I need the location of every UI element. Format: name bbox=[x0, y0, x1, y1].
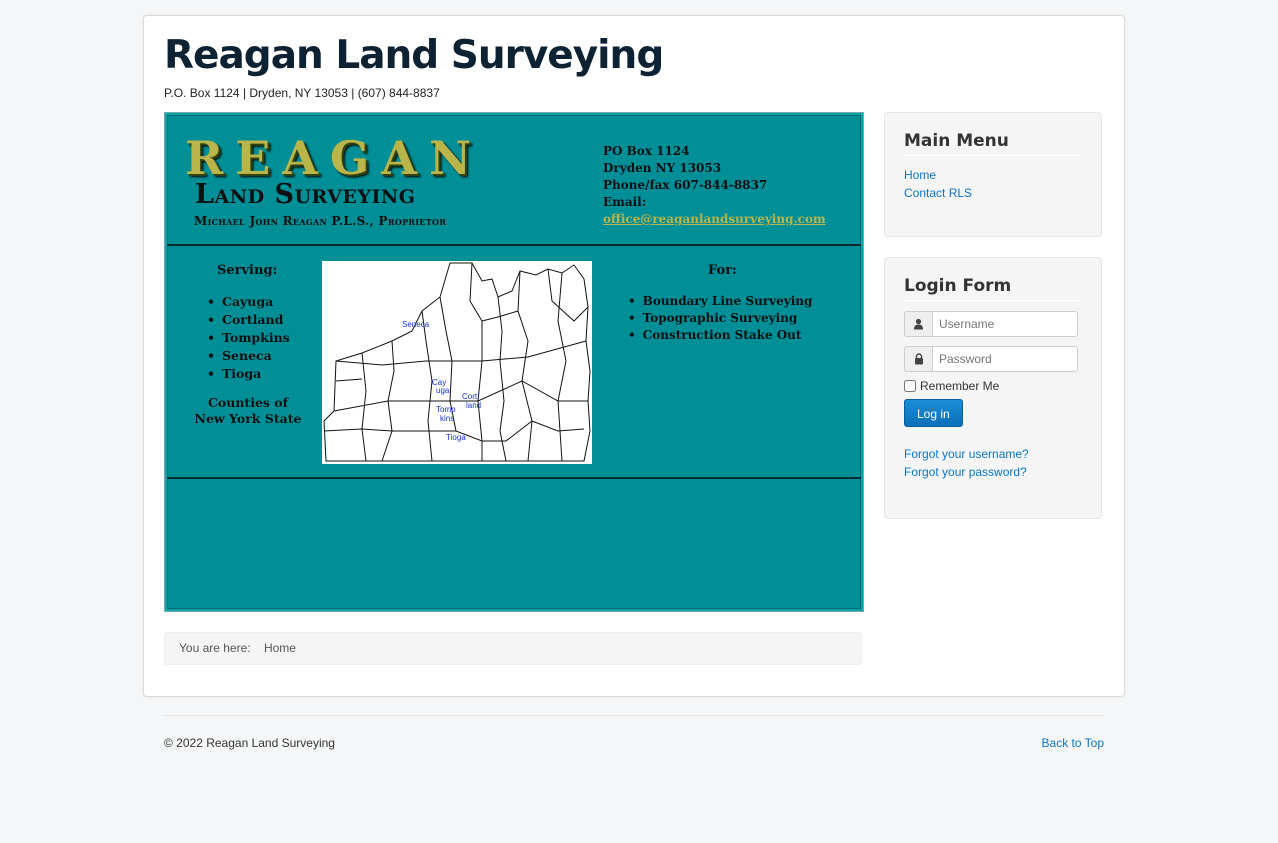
counties-caption-line: New York State bbox=[194, 411, 302, 426]
counties-list: Cayuga Cortland Tompkins Seneca Tioga bbox=[207, 293, 290, 383]
main-menu-module: Main Menu Home Contact RLS bbox=[884, 112, 1102, 237]
map-label-cayuga: uga bbox=[436, 386, 450, 395]
menu-item-contact[interactable]: Contact RLS bbox=[904, 184, 1082, 202]
login-button[interactable]: Log in bbox=[904, 399, 963, 427]
username-input[interactable] bbox=[932, 311, 1078, 337]
counties-caption-line: Counties of bbox=[207, 395, 289, 410]
counties-caption: Counties of New York State bbox=[193, 395, 303, 427]
site-title[interactable]: Reagan Land Surveying bbox=[164, 36, 664, 75]
logo-sub-text: Land Surveying bbox=[195, 179, 416, 210]
back-to-top-link[interactable]: Back to Top bbox=[1042, 736, 1104, 750]
breadcrumb-label: You are here: bbox=[179, 641, 251, 655]
county-item: Tompkins bbox=[207, 329, 290, 347]
username-row bbox=[904, 311, 1082, 337]
banner-contact: PO Box 1124 Dryden NY 13053 Phone/fax 60… bbox=[603, 143, 863, 228]
forgot-username-link[interactable]: Forgot your username? bbox=[904, 445, 1082, 463]
services-list: Boundary Line Surveying Topographic Surv… bbox=[628, 293, 813, 344]
service-item: Boundary Line Surveying bbox=[628, 293, 813, 310]
banner-divider-top bbox=[167, 244, 861, 246]
remember-me-checkbox[interactable] bbox=[904, 380, 916, 392]
footer-copyright: © 2022 Reagan Land Surveying bbox=[164, 736, 335, 750]
contact-city: Dryden NY 13053 bbox=[603, 161, 722, 175]
map-label-cortland: land bbox=[466, 401, 481, 410]
site-description: P.O. Box 1124 | Dryden, NY 13053 | (607)… bbox=[164, 86, 440, 100]
user-icon bbox=[904, 311, 932, 337]
footer-divider bbox=[164, 715, 1104, 716]
password-row bbox=[904, 346, 1082, 372]
contact-phone: Phone/fax 607-844-8837 bbox=[603, 178, 768, 192]
contact-email: office@reaganlandsurveying.com bbox=[603, 212, 826, 226]
login-form-title: Login Form bbox=[904, 276, 1082, 301]
serving-title: Serving: bbox=[217, 263, 278, 278]
banner-divider-bottom bbox=[167, 477, 861, 479]
breadcrumb-current: Home bbox=[263, 641, 296, 655]
county-map: Seneca Cay uga Cort land Tomp kins Tioga bbox=[322, 261, 592, 464]
main-menu-title: Main Menu bbox=[904, 131, 1082, 156]
county-item: Seneca bbox=[207, 347, 290, 365]
map-label-tioga: Tioga bbox=[446, 433, 466, 442]
map-label-tompkins: kins bbox=[440, 414, 454, 423]
menu-item-home[interactable]: Home bbox=[904, 166, 1082, 184]
remember-me-label: Remember Me bbox=[920, 379, 1000, 393]
forgot-password-link[interactable]: Forgot your password? bbox=[904, 463, 1082, 481]
password-input[interactable] bbox=[932, 346, 1078, 372]
user-icon-svg bbox=[914, 318, 923, 330]
county-item: Tioga bbox=[207, 365, 290, 383]
contact-address: PO Box 1124 bbox=[603, 144, 690, 158]
service-item: Construction Stake Out bbox=[628, 327, 812, 344]
remember-me[interactable]: Remember Me bbox=[904, 379, 1082, 393]
map-label-cortland: Cort bbox=[462, 392, 478, 401]
contact-email-row: Email: office@reaganlandsurveying.com bbox=[603, 194, 863, 228]
logo-main-text: REAGAN bbox=[185, 131, 484, 185]
contact-email-label: Email: bbox=[603, 195, 647, 209]
services-title: For: bbox=[708, 263, 737, 278]
page-container: Reagan Land Surveying P.O. Box 1124 | Dr… bbox=[143, 15, 1125, 697]
map-label-tompkins: Tomp bbox=[436, 405, 456, 414]
logo-owner-text: Michael John Reagan P.L.S., Proprietor bbox=[194, 214, 447, 228]
breadcrumb: You are here: Home bbox=[164, 632, 862, 665]
county-map-drawing: Seneca Cay uga Cort land Tomp kins Tioga bbox=[323, 262, 591, 462]
service-item: Topographic Surveying bbox=[628, 310, 812, 327]
county-item: Cayuga bbox=[207, 293, 290, 311]
login-module: Login Form Remember Me Log in bbox=[884, 257, 1102, 519]
map-label-seneca: Seneca bbox=[402, 320, 430, 329]
login-links: Forgot your username? Forgot your passwo… bbox=[904, 445, 1082, 481]
lock-icon bbox=[904, 346, 932, 372]
lock-icon-svg bbox=[914, 353, 923, 365]
banner-image: REAGAN Land Surveying Michael John Reaga… bbox=[164, 112, 864, 612]
county-item: Cortland bbox=[207, 311, 290, 329]
